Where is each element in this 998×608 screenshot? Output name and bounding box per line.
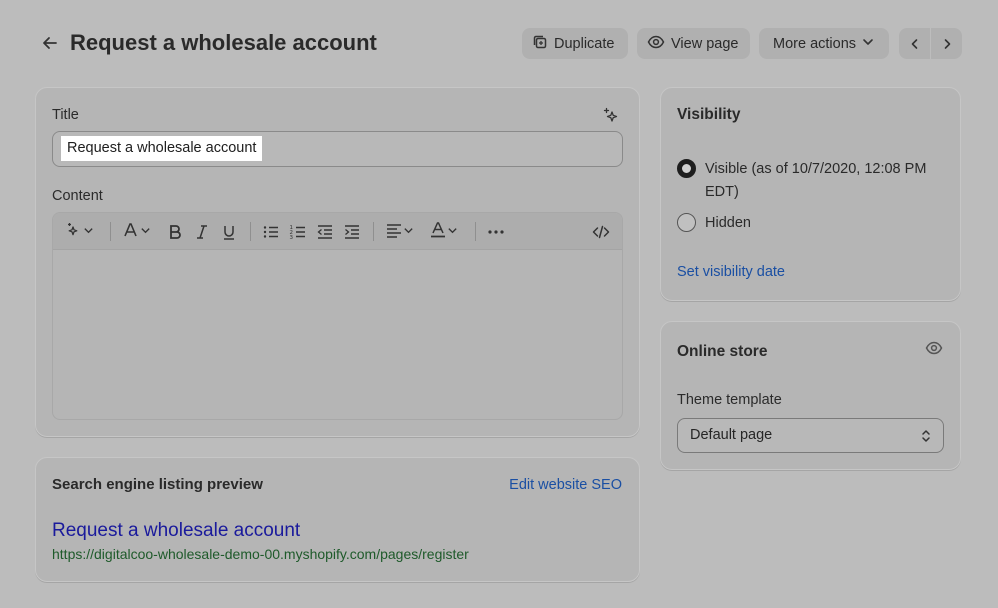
seo-preview-card: Search engine listing preview Edit websi…: [35, 457, 640, 582]
rich-text-editor: 123: [52, 212, 623, 420]
toolbar-divider: [250, 222, 251, 241]
eye-icon: [647, 35, 665, 53]
title-input-value: Request a wholesale account: [61, 136, 263, 161]
duplicate-button[interactable]: Duplicate: [522, 28, 628, 59]
text-style-dropdown[interactable]: [122, 221, 151, 242]
svg-text:3: 3: [290, 235, 294, 241]
visible-radio-option[interactable]: Visible (as of 10/7/2020, 12:08 PM EDT): [677, 158, 947, 204]
visibility-heading: Visibility: [677, 106, 741, 123]
chevron-down-icon: [862, 36, 874, 52]
chevron-down-icon: [403, 224, 414, 240]
view-page-button[interactable]: View page: [637, 28, 750, 59]
page-content-card: Title Request a wholesale account Conten…: [35, 87, 640, 437]
visibility-card: Visibility Visible (as of 10/7/2020, 12:…: [660, 87, 961, 301]
duplicate-icon: [532, 34, 548, 54]
outdent-icon[interactable]: [316, 221, 334, 242]
next-page-icon[interactable]: [931, 28, 962, 59]
seo-heading: Search engine listing preview: [52, 476, 263, 493]
online-store-heading: Online store: [677, 343, 768, 360]
seo-preview-title[interactable]: Request a wholesale account: [52, 520, 300, 542]
visible-radio-label: Visible (as of 10/7/2020, 12:08 PM EDT): [705, 161, 927, 200]
chevron-down-icon: [83, 224, 94, 240]
indent-icon[interactable]: [343, 221, 361, 242]
theme-template-select[interactable]: Default page: [677, 418, 944, 453]
page-header: Request a wholesale account Duplicate Vi…: [38, 26, 962, 62]
underline-icon[interactable]: [220, 221, 238, 242]
text-color-dropdown[interactable]: [429, 221, 458, 242]
text-color-icon: [429, 221, 447, 243]
italic-icon[interactable]: [193, 221, 211, 242]
toolbar-divider: [475, 222, 476, 241]
more-actions-button[interactable]: More actions: [759, 28, 889, 59]
online-store-card: Online store Theme template Default page: [660, 321, 961, 470]
sparkle-icon[interactable]: [602, 107, 620, 125]
theme-template-value: Default page: [690, 427, 773, 443]
view-page-label: View page: [671, 35, 739, 52]
edit-website-seo-link[interactable]: Edit website SEO: [509, 477, 622, 493]
bullet-list-icon[interactable]: [262, 221, 280, 242]
content-field-label: Content: [52, 188, 103, 204]
previous-page-icon[interactable]: [899, 28, 930, 59]
magic-icon: [65, 221, 83, 243]
editor-toolbar: 123: [53, 213, 622, 250]
chevron-down-icon: [447, 224, 458, 240]
editor-content-area[interactable]: [53, 250, 622, 419]
eye-icon[interactable]: [925, 341, 943, 359]
bold-icon[interactable]: [166, 221, 184, 242]
back-arrow-icon[interactable]: [38, 31, 62, 55]
toolbar-divider: [110, 222, 111, 241]
title-field-label: Title: [52, 107, 79, 123]
chevron-down-icon: [140, 224, 151, 240]
toolbar-divider: [373, 222, 374, 241]
pagination-nav: [899, 28, 962, 59]
theme-template-label: Theme template: [677, 392, 782, 408]
select-chevron-icon: [920, 427, 932, 449]
set-visibility-date-link[interactable]: Set visibility date: [677, 264, 785, 280]
font-style-icon: [122, 221, 140, 243]
align-dropdown[interactable]: [385, 221, 414, 242]
seo-preview-url: https://digitalcoo-wholesale-demo-00.mys…: [52, 546, 469, 562]
numbered-list-icon[interactable]: 123: [289, 221, 307, 242]
hidden-radio-label: Hidden: [705, 215, 751, 231]
visible-radio[interactable]: [677, 159, 696, 178]
title-input[interactable]: Request a wholesale account: [52, 131, 623, 167]
hidden-radio[interactable]: [677, 213, 696, 232]
code-view-icon[interactable]: [592, 221, 610, 242]
ai-format-dropdown[interactable]: [65, 221, 94, 242]
hidden-radio-option[interactable]: Hidden: [677, 212, 751, 235]
more-actions-label: More actions: [773, 35, 857, 52]
duplicate-label: Duplicate: [554, 35, 615, 52]
page-title: Request a wholesale account: [70, 30, 377, 55]
more-formatting-icon[interactable]: [487, 221, 505, 242]
align-left-icon: [385, 221, 403, 243]
